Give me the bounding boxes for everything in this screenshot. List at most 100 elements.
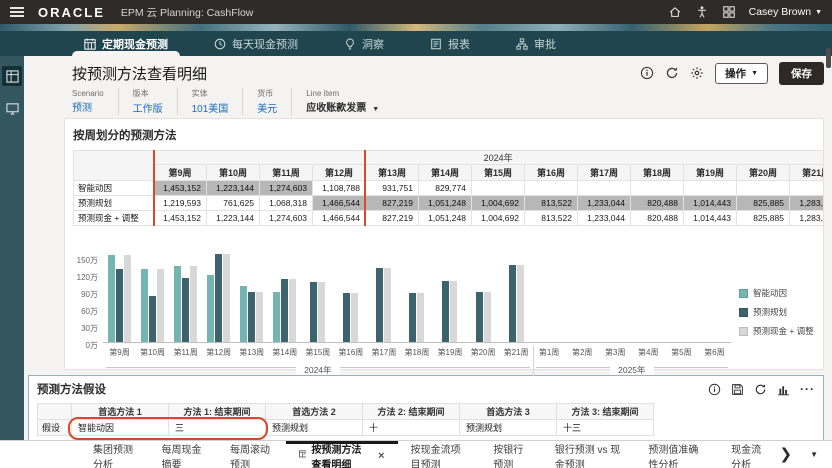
- info-icon[interactable]: [708, 383, 721, 396]
- bar[interactable]: [417, 293, 424, 342]
- grid-cell[interactable]: 1,223,144: [207, 211, 260, 226]
- nav-tab-insights[interactable]: 洞察: [344, 31, 384, 56]
- user-menu[interactable]: Casey Brown ▼: [749, 6, 822, 18]
- assumptions-row-header[interactable]: 假设: [38, 420, 72, 436]
- bar[interactable]: [182, 278, 189, 342]
- bar[interactable]: [157, 269, 164, 342]
- assumptions-cell[interactable]: 智能动因: [72, 420, 169, 436]
- grid-week-header[interactable]: 第11周: [260, 165, 313, 181]
- bar[interactable]: [343, 293, 350, 342]
- bar[interactable]: [509, 265, 516, 342]
- bar[interactable]: [310, 282, 317, 342]
- grid-week-header[interactable]: 第21周: [790, 165, 824, 181]
- bar[interactable]: [517, 265, 524, 342]
- nav-tab-daily-cash-forecast[interactable]: 每天现金预测: [214, 31, 298, 56]
- bar[interactable]: [351, 293, 358, 342]
- grid-cell[interactable]: 827,219: [366, 196, 419, 211]
- tabs-scroll-right-icon[interactable]: ❯: [780, 447, 793, 462]
- bar[interactable]: [207, 275, 214, 342]
- pov-item-2[interactable]: 实体101美国: [177, 88, 243, 115]
- assumptions-column-header[interactable]: 方法 3: 结束期间: [557, 404, 654, 420]
- grid-cell[interactable]: 1,051,248: [419, 196, 472, 211]
- grid-cell[interactable]: 1,233,044: [578, 196, 631, 211]
- assumptions-cell[interactable]: 预测规划: [460, 420, 557, 436]
- bottom-tab-7[interactable]: 预测值准确性分析: [635, 441, 718, 468]
- grid-week-header[interactable]: 第15周: [472, 165, 525, 181]
- grid-cell[interactable]: 761,625: [207, 196, 260, 211]
- bar[interactable]: [476, 292, 483, 342]
- grid-week-header[interactable]: 第20周: [737, 165, 790, 181]
- grid-week-header[interactable]: 第19周: [684, 165, 737, 181]
- grid-cell[interactable]: [525, 181, 578, 196]
- grid-cell[interactable]: 1,274,603: [260, 211, 313, 226]
- bottom-tab-3[interactable]: 按预测方法查看明细×: [286, 441, 398, 468]
- bottom-tab-0[interactable]: 集团预测分析: [80, 441, 149, 468]
- bar[interactable]: [149, 296, 156, 342]
- assumptions-cell[interactable]: 预测规划: [266, 420, 363, 436]
- bar[interactable]: [384, 268, 391, 342]
- bar[interactable]: [116, 269, 123, 342]
- grid-week-header[interactable]: 第17周: [578, 165, 631, 181]
- grid-week-header[interactable]: 第12周: [313, 165, 366, 181]
- scrollbar-thumb[interactable]: [826, 56, 831, 68]
- bar[interactable]: [318, 282, 325, 342]
- bottom-tab-6[interactable]: 银行预测 vs 现金预测: [542, 441, 636, 468]
- more-options-icon[interactable]: ···: [800, 382, 815, 396]
- info-icon[interactable]: [640, 66, 654, 80]
- grid-cell[interactable]: 1,233,044: [578, 211, 631, 226]
- grid-row-header[interactable]: 预测规划: [74, 196, 154, 211]
- bottom-tab-5[interactable]: 按银行预测: [480, 441, 541, 468]
- bar[interactable]: [108, 255, 115, 342]
- grid-cell[interactable]: 829,774: [419, 181, 472, 196]
- grid-row-header[interactable]: 智能动因: [74, 181, 154, 196]
- assumptions-column-header[interactable]: 首选方法 3: [460, 404, 557, 420]
- grid-cell[interactable]: 820,488: [631, 196, 684, 211]
- grid-cell[interactable]: 1,223,144: [207, 181, 260, 196]
- assumptions-cell[interactable]: 三: [169, 420, 266, 436]
- grid-week-header[interactable]: 第16周: [525, 165, 578, 181]
- bar[interactable]: [484, 292, 491, 342]
- grid-cell[interactable]: 813,522: [525, 211, 578, 226]
- bar[interactable]: [174, 266, 181, 342]
- assumptions-column-header[interactable]: 首选方法 1: [72, 404, 169, 420]
- actions-button[interactable]: 操作 ▼: [715, 63, 768, 84]
- sidebar-item-forms[interactable]: [2, 66, 22, 86]
- grid-cell[interactable]: 1,453,152: [154, 181, 207, 196]
- home-icon[interactable]: [668, 5, 682, 19]
- bar[interactable]: [248, 292, 255, 342]
- bar[interactable]: [190, 266, 197, 342]
- pov-item-3[interactable]: 货币美元: [242, 88, 291, 115]
- grid-week-header[interactable]: 第13周: [366, 165, 419, 181]
- assumptions-cell[interactable]: 十三: [557, 420, 654, 436]
- grid-cell[interactable]: 1,014,443: [684, 211, 737, 226]
- nav-tab-periodic-cash-forecast[interactable]: 定期现金预测: [84, 31, 168, 56]
- bar[interactable]: [256, 292, 263, 342]
- refresh-icon[interactable]: [754, 383, 767, 396]
- bottom-tab-1[interactable]: 每周现金摘要: [149, 441, 218, 468]
- pov-item-4[interactable]: Line Item应收账款发票▼: [291, 88, 393, 115]
- accessibility-icon[interactable]: [695, 5, 709, 19]
- bottom-tab-8[interactable]: 现金流分析: [718, 441, 779, 468]
- assumptions-cell[interactable]: 十: [363, 420, 460, 436]
- app-grid-icon[interactable]: [722, 5, 736, 19]
- grid-week-header[interactable]: 第10周: [207, 165, 260, 181]
- grid-cell[interactable]: 1,004,692: [472, 211, 525, 226]
- grid-cell[interactable]: 820,488: [631, 211, 684, 226]
- grid-cell[interactable]: [472, 181, 525, 196]
- pov-item-1[interactable]: 版本工作版: [118, 88, 177, 115]
- bar[interactable]: [376, 268, 383, 342]
- grid-cell[interactable]: 1,453,152: [154, 211, 207, 226]
- bar[interactable]: [240, 286, 247, 342]
- bar[interactable]: [442, 281, 449, 342]
- sidebar-item-dashboards[interactable]: [2, 98, 22, 118]
- gear-icon[interactable]: [690, 66, 704, 80]
- bottom-tab-2[interactable]: 每周滚动预测: [217, 441, 286, 468]
- assumptions-column-header[interactable]: 方法 1: 结束期间: [169, 404, 266, 420]
- grid-cell[interactable]: 1,466,544: [313, 211, 366, 226]
- grid-cell[interactable]: 813,522: [525, 196, 578, 211]
- grid-cell[interactable]: 1,051,248: [419, 211, 472, 226]
- grid-cell[interactable]: 1,283,904: [790, 196, 824, 211]
- assumptions-column-header[interactable]: 首选方法 2: [266, 404, 363, 420]
- bar[interactable]: [273, 292, 280, 342]
- grid-cell[interactable]: [578, 181, 631, 196]
